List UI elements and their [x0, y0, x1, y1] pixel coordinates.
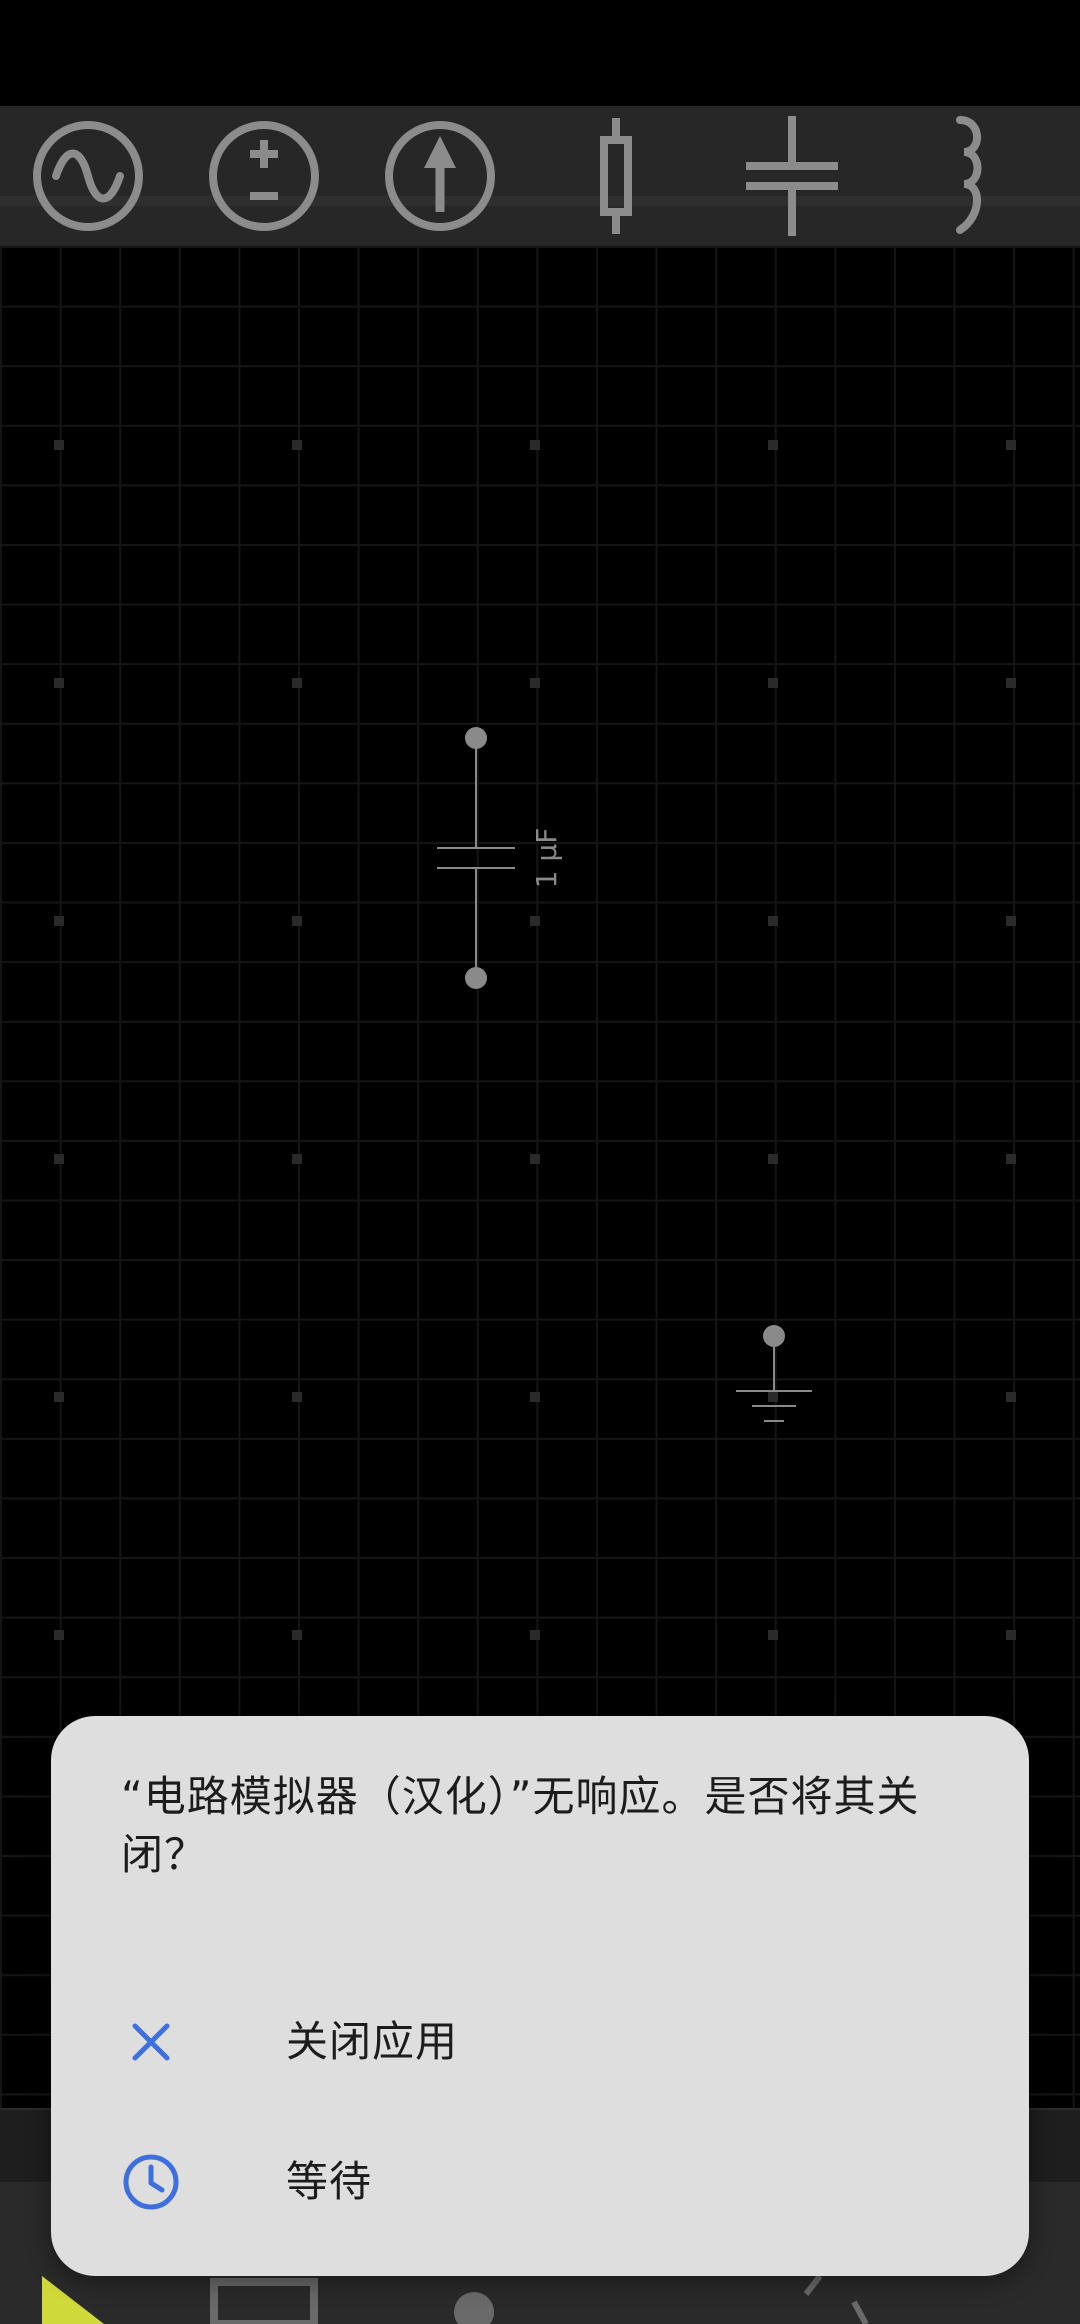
- dialog-message: “电路模拟器（汉化）”无响应。是否将其关闭？: [121, 1772, 920, 1879]
- close-app-label: 关闭应用: [286, 2017, 459, 2066]
- close-app-button[interactable]: 关闭应用: [51, 1972, 1029, 2112]
- clock-icon: [123, 2154, 179, 2210]
- screen: 1 μF “电路模拟器（汉化）”无响应。是否将其关闭？ 关闭应用 等待: [0, 0, 1080, 2324]
- wait-button[interactable]: 等待: [51, 2112, 1029, 2252]
- wait-label: 等待: [286, 2157, 373, 2206]
- close-icon: [132, 2023, 170, 2061]
- app-not-responding-dialog: “电路模拟器（汉化）”无响应。是否将其关闭？ 关闭应用 等待: [51, 1716, 1029, 2276]
